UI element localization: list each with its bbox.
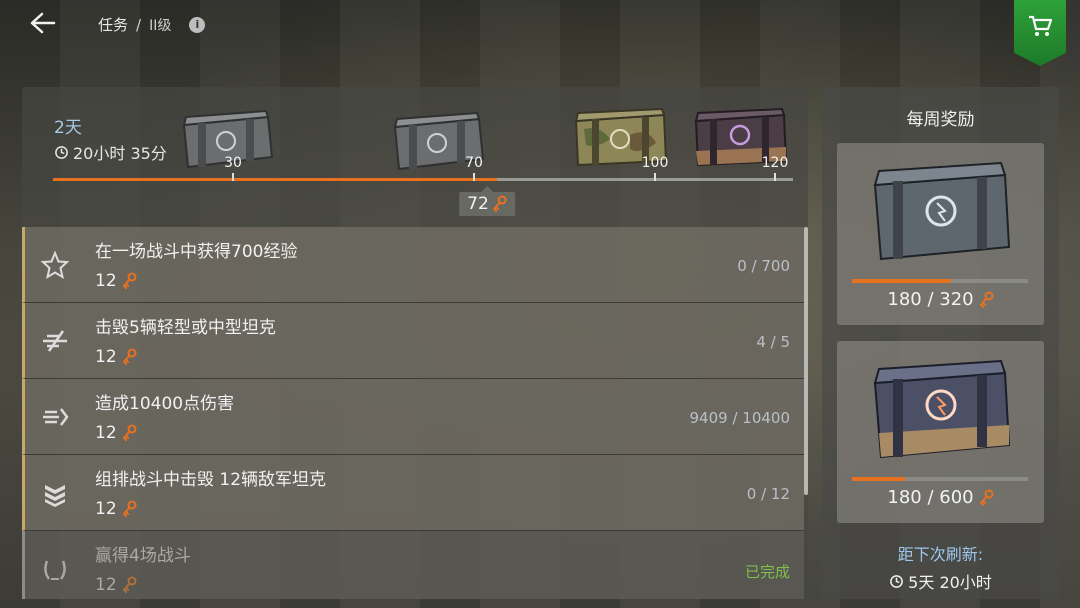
season-timer: 2天 20小时 35分 (54, 113, 167, 164)
task-panel: 2天 20小时 35分 30 70 100 120 72 在一场战斗中获得700… (22, 87, 808, 599)
key-icon (122, 272, 137, 289)
task-title: 击毁5辆轻型或中型坦克 (95, 318, 276, 338)
milestone-label-120: 120 (761, 155, 789, 171)
weekly-rewards-panel: 每周奖励 180 / 320 180 / 600 距下次刷新: 5天 20小时 (822, 87, 1059, 599)
weekly-reward-count: 180 / 600 (887, 487, 974, 508)
refresh-countdown: 距下次刷新: 5天 20小时 (822, 541, 1059, 593)
star-icon (40, 250, 70, 280)
breadcrumb-separator: / (136, 15, 142, 34)
timer-time: 20小时 35分 (73, 144, 167, 163)
task-progress: 0 / 700 (737, 257, 790, 275)
task-row[interactable]: 造成10400点伤害 12 9409 / 10400 (22, 379, 804, 455)
weekly-reward-progress-fill (852, 279, 951, 283)
weekly-reward-card[interactable]: 180 / 320 (837, 143, 1044, 325)
back-button[interactable] (26, 10, 60, 36)
task-reward: 12 (95, 423, 137, 443)
task-list-scrollbar[interactable] (804, 227, 808, 495)
key-progress-track (53, 173, 793, 181)
clock-icon (55, 145, 68, 159)
laurel-icon (44, 560, 66, 580)
weekly-reward-count: 180 / 320 (887, 289, 974, 310)
milestone-label-30: 30 (224, 155, 242, 171)
task-title: 组排战斗中击毁 12辆敌军坦克 (95, 470, 327, 490)
key-progress-fill (53, 178, 497, 181)
task-reward-value: 12 (95, 423, 117, 443)
task-reward: 12 (95, 271, 137, 291)
task-progress: 9409 / 10400 (689, 409, 790, 427)
milestone-tick (654, 173, 656, 181)
destroy-tank-icon (43, 330, 67, 352)
clock-icon (890, 574, 904, 588)
task-reward: 12 (95, 347, 137, 367)
platoon-chevron-icon (45, 485, 65, 507)
task-row[interactable]: 击毁5辆轻型或中型坦克 12 4 / 5 (22, 303, 804, 379)
milestone-label-100: 100 (641, 155, 669, 171)
weekly-reward-count-row: 180 / 600 (837, 487, 1044, 508)
breadcrumb-level: II级 (149, 17, 172, 34)
breadcrumb-root[interactable]: 任务 (98, 14, 128, 35)
task-reward-value: 12 (95, 271, 117, 291)
weekly-reward-progress-bar (852, 477, 1028, 481)
weekly-rewards-title: 每周奖励 (906, 110, 975, 130)
timer-days: 2天 (54, 118, 82, 138)
cart-icon (1029, 15, 1053, 36)
milestone-label-70: 70 (465, 155, 483, 171)
task-reward-value: 12 (95, 499, 117, 519)
milestone-tick (473, 173, 475, 181)
weekly-reward-count-row: 180 / 320 (837, 289, 1044, 310)
current-keys-value: 72 (467, 194, 489, 214)
key-icon (122, 424, 137, 441)
damage-icon (43, 408, 69, 426)
key-icon (122, 348, 137, 365)
refresh-time: 5天 20小时 (908, 573, 992, 592)
milestone-tick (232, 173, 234, 181)
key-icon (122, 576, 137, 593)
task-progress: 4 / 5 (756, 333, 790, 351)
key-icon (122, 500, 137, 517)
milestone-tick (774, 173, 776, 181)
current-keys-marker: 72 (459, 186, 515, 216)
refresh-time-row: 5天 20小时 (822, 569, 1059, 593)
task-reward: 12 (95, 575, 137, 595)
task-title: 造成10400点伤害 (95, 394, 235, 414)
task-row-completed[interactable]: 赢得4场战斗 12 已完成 (22, 531, 804, 599)
weekly-reward-progress-bar (852, 279, 1028, 283)
key-icon (492, 195, 507, 212)
info-icon[interactable]: i (189, 16, 206, 33)
task-reward: 12 (95, 499, 137, 519)
refresh-label: 距下次刷新: (897, 545, 984, 564)
back-arrow-icon (30, 12, 56, 34)
task-row[interactable]: 组排战斗中击毁 12辆敌军坦克 12 0 / 12 (22, 455, 804, 531)
task-list[interactable]: 在一场战斗中获得700经验 12 0 / 700 击毁5辆轻型或中型坦克 12 (22, 227, 804, 599)
shop-button[interactable] (1014, 0, 1066, 66)
steel-crate-icon (873, 161, 1011, 261)
task-progress: 0 / 12 (746, 485, 790, 503)
task-title: 赢得4场战斗 (95, 546, 191, 566)
timer-time-row: 20小时 35分 (54, 140, 167, 164)
task-title: 在一场战斗中获得700经验 (95, 242, 298, 262)
weekly-reward-card[interactable]: 180 / 600 (837, 341, 1044, 523)
task-row[interactable]: 在一场战斗中获得700经验 12 0 / 700 (22, 227, 804, 303)
top-bar: 任务 / II级 i (0, 0, 1080, 66)
task-reward-value: 12 (95, 575, 117, 595)
weekly-reward-progress-fill (852, 477, 905, 481)
task-reward-value: 12 (95, 347, 117, 367)
task-status-completed: 已完成 (744, 563, 790, 581)
key-icon (979, 489, 994, 506)
key-icon (979, 291, 994, 308)
premium-crate-icon (873, 359, 1011, 459)
breadcrumb: 任务 / II级 i (98, 14, 206, 35)
